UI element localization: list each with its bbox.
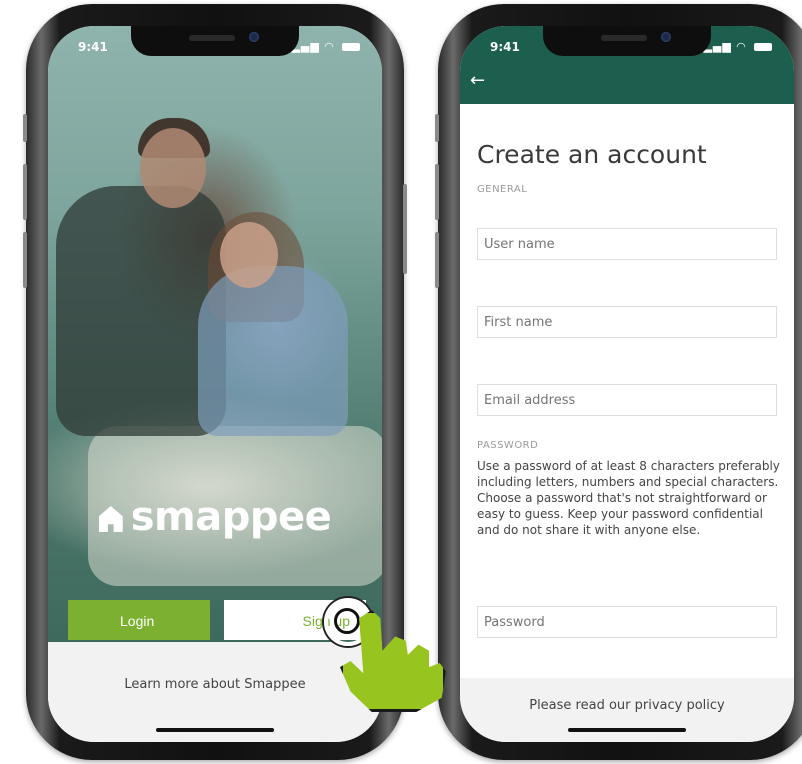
page-title: Create an account xyxy=(477,140,707,169)
tap-ring-inner-icon xyxy=(334,608,360,634)
man-head-shape xyxy=(140,128,206,208)
notch xyxy=(543,26,711,56)
smappee-logo: smappee xyxy=(48,494,382,540)
status-time: 9:41 xyxy=(78,40,108,54)
power-button xyxy=(403,184,407,274)
house-logo-icon xyxy=(98,506,123,532)
password-help-text: Use a password of at least 8 characters … xyxy=(477,459,780,537)
speaker xyxy=(601,35,647,41)
email-input[interactable] xyxy=(477,384,777,416)
girl-head-shape xyxy=(220,222,278,288)
mute-switch xyxy=(23,114,27,142)
status-time: 9:41 xyxy=(490,40,520,54)
phone-right: ← 9:41 ▂▄▆ ◠ Create an account GENERAL P… xyxy=(435,4,802,760)
wifi-icon: ◠ xyxy=(324,40,335,53)
mute-switch xyxy=(435,114,439,142)
volume-up-button xyxy=(435,164,439,220)
password-input[interactable] xyxy=(477,606,777,638)
volume-up-button xyxy=(23,164,27,220)
front-camera xyxy=(249,32,259,42)
volume-down-button xyxy=(23,232,27,288)
section-general-label: GENERAL xyxy=(477,184,528,195)
notch xyxy=(131,26,299,56)
battery-icon xyxy=(342,43,360,51)
back-arrow-icon[interactable]: ← xyxy=(470,70,485,91)
hero-photo: smappee xyxy=(48,26,382,642)
login-button[interactable]: Login xyxy=(68,600,210,640)
signup-form: Create an account GENERAL PASSWORD Use a… xyxy=(460,104,794,678)
wifi-icon: ◠ xyxy=(736,40,747,53)
volume-down-button xyxy=(435,232,439,288)
firstname-input[interactable] xyxy=(477,306,777,338)
section-password-label: PASSWORD xyxy=(477,440,539,451)
battery-icon xyxy=(754,43,772,51)
username-input[interactable] xyxy=(477,228,777,260)
girl-shape xyxy=(198,266,348,436)
front-camera xyxy=(661,32,671,42)
home-indicator[interactable] xyxy=(156,728,274,732)
status-icons: ▂▄▆ ◠ xyxy=(703,40,772,53)
home-indicator[interactable] xyxy=(568,728,686,732)
tap-cursor xyxy=(318,590,448,712)
status-icons: ▂▄▆ ◠ xyxy=(291,40,360,53)
privacy-policy-link[interactable]: Please read our privacy policy xyxy=(460,678,794,742)
logo-text: smappee xyxy=(130,494,332,540)
speaker xyxy=(189,35,235,41)
screen-right: ← 9:41 ▂▄▆ ◠ Create an account GENERAL P… xyxy=(460,26,794,742)
